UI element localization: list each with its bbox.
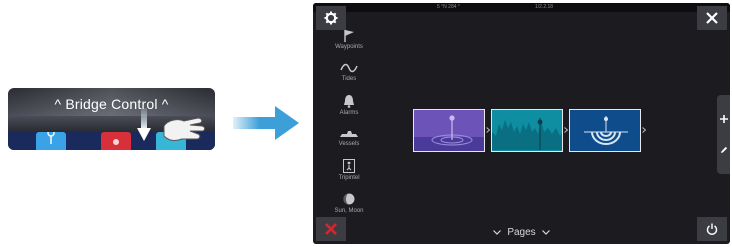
sidebar-item-label: Tides <box>341 76 357 82</box>
sidebar-item-alarms[interactable]: Alarms <box>331 94 367 116</box>
sidebar-item-tripintel[interactable]: Tripintel <box>331 159 367 181</box>
pages-toggle[interactable]: Pages <box>313 223 730 241</box>
chevron-up-icon: ^ <box>54 96 62 112</box>
gear-icon <box>324 11 338 25</box>
close-button[interactable] <box>697 6 727 30</box>
sidebar-item-sun-moon[interactable]: Sun, Moon <box>331 192 367 214</box>
pencil-icon <box>720 146 727 153</box>
chevron-right-icon <box>564 127 568 133</box>
chevron-down-icon <box>493 229 502 235</box>
vessels-icon <box>340 131 358 137</box>
bridge-control-strip: ^ Bridge Control ^ <box>8 88 215 150</box>
plus-icon <box>719 115 728 123</box>
sidebar-item-label: Tripintel <box>338 175 360 181</box>
sidebar-item-label: Vessels <box>338 141 360 147</box>
sonar-page-tile[interactable] <box>569 109 641 152</box>
wave-icon <box>340 63 358 73</box>
chart-page-tile[interactable] <box>413 109 485 152</box>
settings-button[interactable] <box>316 6 346 30</box>
echo-page-tile[interactable] <box>491 109 563 152</box>
alarm-tile[interactable] <box>101 132 131 150</box>
chart-tile[interactable] <box>36 129 66 150</box>
moon-icon <box>343 193 355 205</box>
status-bar: 5 °N 284 ° 1/2.2.18 <box>313 3 730 12</box>
echo-page-preview <box>492 118 562 150</box>
bell-icon <box>344 95 354 108</box>
sidebar-item-label: Waypoints <box>335 44 363 50</box>
sidebar-item-label: Alarms <box>339 110 359 116</box>
hand-gesture-icon <box>163 117 206 141</box>
trip-icon <box>343 159 355 173</box>
bridge-control-header[interactable]: ^ Bridge Control ^ <box>8 96 215 112</box>
flag-icon <box>344 30 354 42</box>
chevron-right-icon <box>486 127 490 133</box>
sidebar-item-tides[interactable]: Tides <box>331 62 367 82</box>
status-bar-left-text: 5 °N 284 ° <box>437 4 460 10</box>
chart-page-preview <box>414 115 484 151</box>
pages-label: Pages <box>507 226 536 238</box>
chevron-down-icon <box>541 229 550 235</box>
chevron-right-icon <box>642 127 646 133</box>
sidebar-item-vessels[interactable]: Vessels <box>331 127 367 147</box>
chevron-up-icon: ^ <box>161 96 169 112</box>
sidebar-item-label: Sun, Moon <box>334 208 364 214</box>
sidebar-item-waypoints[interactable]: Waypoints <box>331 29 367 50</box>
sonar-page-preview <box>584 116 628 145</box>
close-icon <box>706 12 718 24</box>
swipe-down-arrow-icon <box>137 108 151 141</box>
device-screen: 5 °N 284 ° 1/2.2.18 Waypoints Tides Alar… <box>313 3 730 244</box>
status-bar-center-text: 1/2.2.18 <box>535 4 554 10</box>
edit-button[interactable] <box>717 126 730 174</box>
transition-arrow-icon <box>233 106 299 140</box>
